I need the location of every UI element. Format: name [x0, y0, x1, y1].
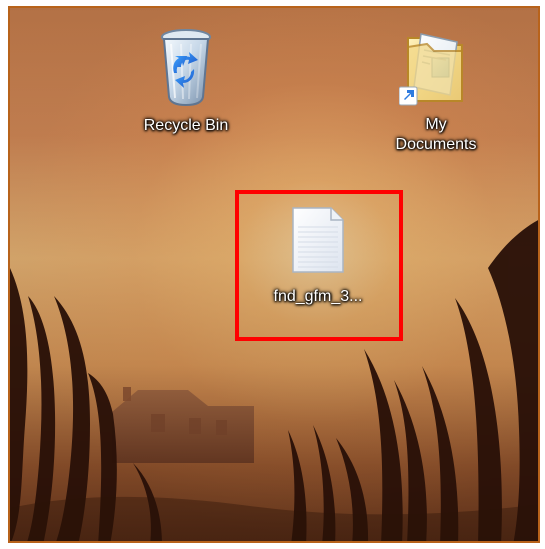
recycle-bin-icon	[161, 29, 211, 106]
desktop-screen: Recycle Bin My Documents fnd_gfm_3...	[8, 6, 540, 543]
folder-documents-icon	[399, 33, 463, 106]
my-documents-desktop-icon[interactable]: My Documents	[374, 24, 498, 164]
selected-file-label: fnd_gfm_3...	[273, 288, 363, 305]
text-file-icon	[292, 207, 344, 273]
recycle-bin-label: Recycle Bin	[143, 117, 229, 134]
my-documents-label: My Documents	[395, 116, 477, 153]
recycle-bin-desktop-icon[interactable]: Recycle Bin	[122, 26, 250, 146]
selected-file-desktop-icon[interactable]: fnd_gfm_3...	[235, 192, 401, 340]
